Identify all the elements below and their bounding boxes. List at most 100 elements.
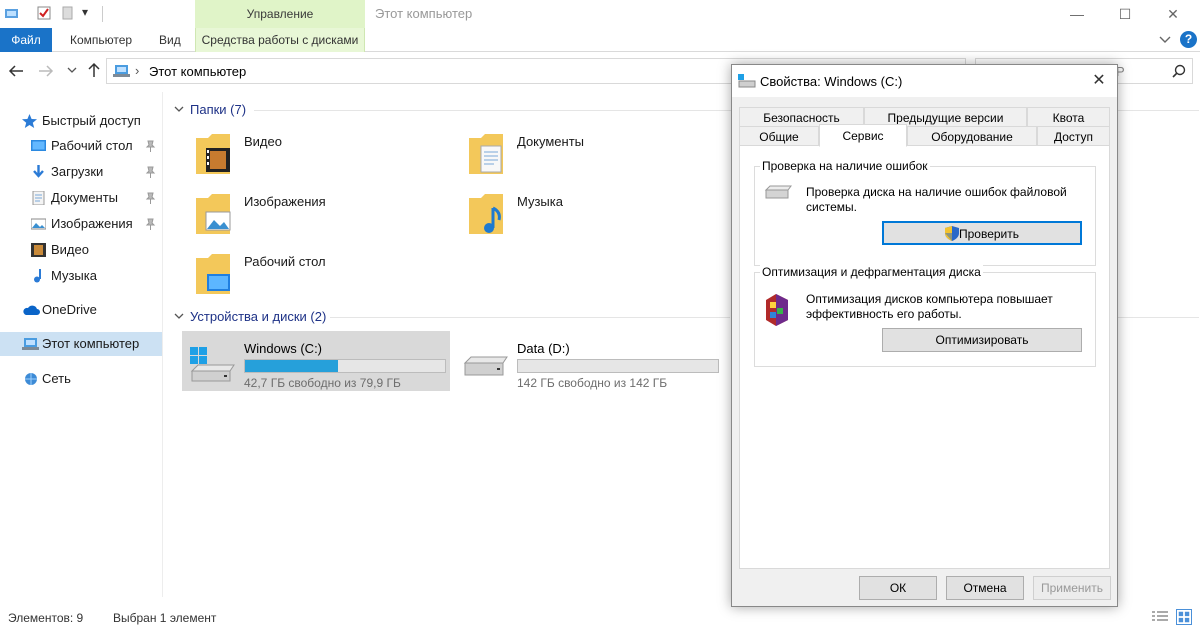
dialog-title-bar[interactable]: Свойства: Windows (C:) ✕ <box>732 65 1117 97</box>
error-check-description: Проверка диска на наличие ошибок файлово… <box>806 185 1067 214</box>
search-icon[interactable] <box>1172 64 1186 78</box>
context-tab-manage[interactable]: Управление <box>195 0 365 28</box>
apply-button[interactable]: Применить <box>1033 576 1111 600</box>
item-count: Элементов: 9 <box>8 611 84 625</box>
sidebar-item-music[interactable]: Музыка <box>0 264 162 288</box>
back-arrow-icon[interactable] <box>8 64 24 78</box>
customize-toolbar-icon[interactable]: ▾ <box>82 5 88 19</box>
tab-sharing[interactable]: Доступ <box>1037 126 1110 146</box>
navigation-pane: Быстрый доступ Рабочий стол Загрузки Док… <box>0 92 163 597</box>
drive-item-d[interactable]: Data (D:) 142 ГБ свободно из 142 ГБ <box>455 331 723 391</box>
tab-computer[interactable]: Компьютер <box>58 28 144 52</box>
cancel-button[interactable]: Отмена <box>946 576 1024 600</box>
explorer-icon <box>5 9 18 18</box>
check-button-label: Проверить <box>958 227 1019 241</box>
sidebar-item-this-pc[interactable]: Этот компьютер <box>0 332 162 356</box>
tab-file[interactable]: Файл <box>0 28 52 52</box>
check-button[interactable]: Проверить <box>882 221 1082 245</box>
folder-item-documents[interactable]: Документы <box>455 124 723 182</box>
dialog-close-button[interactable]: ✕ <box>1087 69 1111 93</box>
recent-locations-icon[interactable] <box>67 66 77 74</box>
sidebar-item-onedrive[interactable]: OneDrive <box>0 298 162 322</box>
tab-general[interactable]: Общие <box>739 126 819 146</box>
video-folder-icon <box>196 134 230 174</box>
folder-label: Музыка <box>517 194 563 209</box>
pictures-icon <box>31 218 46 230</box>
drive-free-space: 42,7 ГБ свободно из 79,9 ГБ <box>244 376 401 390</box>
hard-drive-icon <box>463 356 508 376</box>
sidebar-item-downloads[interactable]: Загрузки <box>0 160 162 184</box>
pin-icon[interactable] <box>145 140 156 152</box>
music-icon <box>34 269 41 283</box>
tab-quota[interactable]: Квота <box>1027 107 1110 127</box>
sidebar-item-pictures[interactable]: Изображения <box>0 212 162 236</box>
breadcrumb-current[interactable]: Этот компьютер <box>149 64 246 79</box>
window-title: Этот компьютер <box>375 6 473 21</box>
folder-label: Документы <box>517 134 585 149</box>
title-bar: ▾ Управление Этот компьютер — ☐ ✕ <box>0 0 1200 28</box>
tab-hardware[interactable]: Оборудование <box>907 126 1037 146</box>
video-icon <box>31 243 46 257</box>
up-arrow-icon[interactable] <box>87 62 101 78</box>
download-icon <box>33 165 44 178</box>
drive-icon <box>738 74 756 88</box>
computer-icon <box>113 65 130 77</box>
chevron-down-icon[interactable] <box>1158 33 1172 47</box>
tools-tab-panel: Проверка на наличие ошибок Проверка диск… <box>739 145 1110 569</box>
hard-drive-icon <box>764 185 792 199</box>
tab-tools[interactable]: Сервис <box>819 124 907 147</box>
help-icon[interactable]: ? <box>1180 31 1197 48</box>
sidebar-item-desktop[interactable]: Рабочий стол <box>0 134 162 158</box>
details-view-icon[interactable] <box>1152 610 1168 624</box>
properties-dialog: Свойства: Windows (C:) ✕ Безопасность Пр… <box>731 64 1118 607</box>
forward-arrow-icon[interactable] <box>38 64 54 78</box>
defrag-icon <box>766 294 788 326</box>
folder-item-desktop[interactable]: Рабочий стол <box>182 244 450 302</box>
folder-label: Изображения <box>244 194 326 209</box>
tab-drive-tools[interactable]: Средства работы с дисками <box>195 28 365 52</box>
collapse-chevron-icon[interactable] <box>174 104 184 114</box>
divider <box>330 317 730 318</box>
computer-icon <box>22 338 39 350</box>
ribbon: Файл Компьютер Вид Средства работы с дис… <box>0 28 1200 52</box>
drive-name: Windows (C:) <box>244 341 323 356</box>
sidebar-item-documents[interactable]: Документы <box>0 186 162 210</box>
divider <box>102 6 103 22</box>
error-check-group <box>754 166 1096 266</box>
documents-icon <box>32 191 45 205</box>
close-window-button[interactable]: ✕ <box>1150 2 1196 26</box>
star-icon <box>22 114 37 128</box>
folder-item-pictures[interactable]: Изображения <box>182 184 450 242</box>
optimize-description: Оптимизация дисков компьютера повышает э… <box>806 292 1053 321</box>
uac-shield-icon <box>944 226 959 241</box>
sidebar-item-quick-access[interactable]: Быстрый доступ <box>0 109 162 133</box>
folder-label: Видео <box>244 134 282 149</box>
pin-icon[interactable] <box>145 166 156 178</box>
dialog-title: Свойства: Windows (C:) <box>760 74 903 89</box>
pin-icon[interactable] <box>145 192 156 204</box>
sidebar-item-network[interactable]: Сеть <box>0 367 162 391</box>
folders-group-header[interactable]: Папки (7) <box>190 102 246 117</box>
desktop-icon <box>31 140 46 151</box>
new-folder-icon[interactable] <box>60 5 76 21</box>
status-bar: Элементов: 9 Выбран 1 элемент <box>0 606 1200 628</box>
drive-item-c[interactable]: Windows (C:) 42,7 ГБ свободно из 79,9 ГБ <box>182 331 450 391</box>
divider <box>1118 317 1199 318</box>
folder-item-music[interactable]: Музыка <box>455 184 723 242</box>
properties-icon[interactable] <box>36 5 52 21</box>
devices-group-header[interactable]: Устройства и диски (2) <box>190 309 326 324</box>
ok-button[interactable]: ОК <box>859 576 937 600</box>
maximize-button[interactable]: ☐ <box>1102 2 1148 26</box>
optimize-title: Оптимизация и дефрагментация диска <box>760 265 983 279</box>
sidebar-item-video[interactable]: Видео <box>0 238 162 262</box>
tab-view[interactable]: Вид <box>147 28 193 52</box>
optimize-button[interactable]: Оптимизировать <box>882 328 1082 352</box>
folder-item-video[interactable]: Видео <box>182 124 450 182</box>
minimize-button[interactable]: — <box>1054 2 1100 26</box>
pin-icon[interactable] <box>145 218 156 230</box>
collapse-chevron-icon[interactable] <box>174 311 184 321</box>
music-folder-icon <box>469 194 503 234</box>
large-icons-view-icon[interactable] <box>1176 609 1192 625</box>
breadcrumb-separator[interactable]: › <box>135 63 139 78</box>
pictures-folder-icon <box>196 194 231 234</box>
